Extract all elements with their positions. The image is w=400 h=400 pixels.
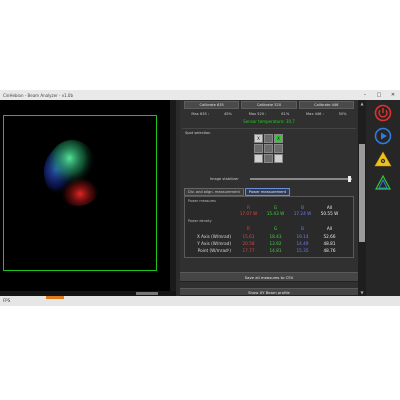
header-r: R <box>247 205 250 210</box>
side-toolbar <box>366 100 400 296</box>
maximize-button[interactable]: □ <box>372 92 386 98</box>
spot-cell-8[interactable] <box>264 154 273 163</box>
image-stabilizer-slider[interactable] <box>250 176 352 182</box>
header-g: G <box>273 205 278 210</box>
minimize-button[interactable]: – <box>358 92 372 98</box>
measurement-tabs: Div. and align. measurement Power measur… <box>184 188 291 196</box>
power-r-value: 17.07 W <box>239 211 258 216</box>
max-635-label: Max 635 : <box>191 112 210 116</box>
divider <box>182 128 356 129</box>
beam-spot <box>44 140 100 206</box>
viewer-vertical-scrollbar[interactable] <box>170 100 176 291</box>
tab-power-measurement[interactable]: Power measurement <box>244 188 291 196</box>
power-measures-values: 17.07 W 15.43 W 17.24 W 50.55 W <box>185 211 353 216</box>
density-value: 15.61 <box>242 234 255 239</box>
spot-cell-6[interactable] <box>274 144 283 153</box>
save-csv-button[interactable]: Save all measures to CSV <box>180 272 358 282</box>
density-header-g: G <box>273 226 278 231</box>
power-all-value: 50.55 W <box>320 211 339 216</box>
density-row-x: X Axis (W/mrad) 15.61 18.43 19.14 52.66 <box>185 234 353 239</box>
density-value: 18.43 <box>269 234 282 239</box>
show-profile-button[interactable]: Show XY Beam profile <box>180 288 358 296</box>
max-635-value: 45% <box>223 112 232 116</box>
play-icon[interactable] <box>374 127 392 145</box>
slider-knob[interactable] <box>348 176 351 182</box>
logo-icon[interactable] <box>374 174 392 192</box>
status-bar: FPS <box>0 296 400 306</box>
scroll-up-arrow-icon[interactable]: ▲ <box>359 101 365 106</box>
beam-analyzer-app: CinHebion - Beam Analyzer - v1.0b – □ ✕ <box>0 90 400 306</box>
density-value: 13.92 <box>269 241 282 246</box>
density-value: 52.66 <box>323 234 336 239</box>
viewer-scroll-thumb[interactable] <box>136 292 158 295</box>
spot-cell-2[interactable] <box>264 134 273 143</box>
activity-indicator <box>46 296 64 299</box>
panel-scroll-thumb[interactable] <box>359 144 365 242</box>
scroll-down-arrow-icon[interactable]: ▼ <box>359 290 365 295</box>
title-bar: CinHebion - Beam Analyzer - v1.0b – □ ✕ <box>0 90 400 100</box>
spot-cell-9[interactable] <box>274 154 283 163</box>
calibrate-635-button[interactable]: Calibrate 635 <box>184 101 240 109</box>
power-measures-header: R G B All <box>185 205 353 210</box>
density-value: 48.81 <box>323 241 336 246</box>
calibrate-row: Calibrate 635 Calibrate 520 Calibrate 44… <box>184 101 354 109</box>
density-row-label: Y Axis (W/mrad) <box>197 241 231 246</box>
density-row-point: Point (W/mrad²) 17.77 14.81 15.35 48.76 <box>185 248 353 253</box>
max-levels-row: Max 635 : 45% Max 520 : 61% Max 446 : 50% <box>184 110 354 118</box>
density-value: 14.49 <box>296 241 309 246</box>
warning-icon[interactable] <box>374 150 392 168</box>
density-value: 17.77 <box>242 248 255 253</box>
calibrate-446-button[interactable]: Calibrate 446 <box>298 101 354 109</box>
spot-cell-4[interactable] <box>254 144 263 153</box>
panel-scrollbar[interactable]: ▲ ▼ <box>358 100 366 296</box>
spot-selection-label: Spot selection <box>185 131 211 135</box>
image-stabilizer-label: Image stabilizer <box>210 177 239 181</box>
density-row-label: Point (W/mrad²) <box>197 248 231 253</box>
spot-selection-grid: X X <box>254 134 284 164</box>
density-header-all: All <box>326 226 333 231</box>
density-header-b: B <box>301 226 304 231</box>
density-value: 15.35 <box>296 248 309 253</box>
spot-cell-1[interactable]: X <box>254 134 263 143</box>
density-value: 48.76 <box>323 248 336 253</box>
density-row-label: X Axis (W/mrad) <box>196 234 231 239</box>
fps-label: FPS <box>3 298 11 303</box>
max-520-value: 61% <box>281 112 290 116</box>
power-icon[interactable] <box>374 104 392 122</box>
power-measures-title: Power measures <box>188 199 216 203</box>
camera-viewer[interactable] <box>0 100 176 291</box>
sensor-temperature: Sensor temperature: 30.7 <box>243 119 295 124</box>
power-b-value: 17.24 W <box>293 211 312 216</box>
header-all: All <box>326 205 333 210</box>
max-446-label: Max 446 : <box>306 112 324 116</box>
spot-cell-7[interactable] <box>254 154 263 163</box>
density-value: 19.14 <box>296 234 309 239</box>
density-row-y: Y Axis (W/mrad) 20.58 13.92 14.49 48.81 <box>185 241 353 246</box>
density-header-r: R <box>247 226 250 231</box>
tab-div-align[interactable]: Div. and align. measurement <box>184 188 244 196</box>
calibrate-520-button[interactable]: Calibrate 520 <box>241 101 297 109</box>
max-446-value: 50% <box>338 112 347 116</box>
spot-cell-5[interactable] <box>264 144 273 153</box>
power-density-title: Power density <box>188 219 212 223</box>
power-measurement-box: Power measures R G B All 17.07 W 15.43 W… <box>184 196 354 258</box>
close-button[interactable]: ✕ <box>386 92 400 98</box>
spot-cell-3[interactable]: X <box>274 134 283 143</box>
measurement-panel: Calibrate 635 Calibrate 520 Calibrate 44… <box>180 100 358 296</box>
power-g-value: 15.43 W <box>266 211 285 216</box>
power-density-header: R G B All <box>185 226 353 231</box>
header-b: B <box>301 205 304 210</box>
max-520-label: Max 520 : <box>248 112 267 116</box>
density-value: 14.81 <box>269 248 282 253</box>
density-value: 20.58 <box>242 241 255 246</box>
window-title: CinHebion - Beam Analyzer - v1.0b <box>3 92 74 98</box>
